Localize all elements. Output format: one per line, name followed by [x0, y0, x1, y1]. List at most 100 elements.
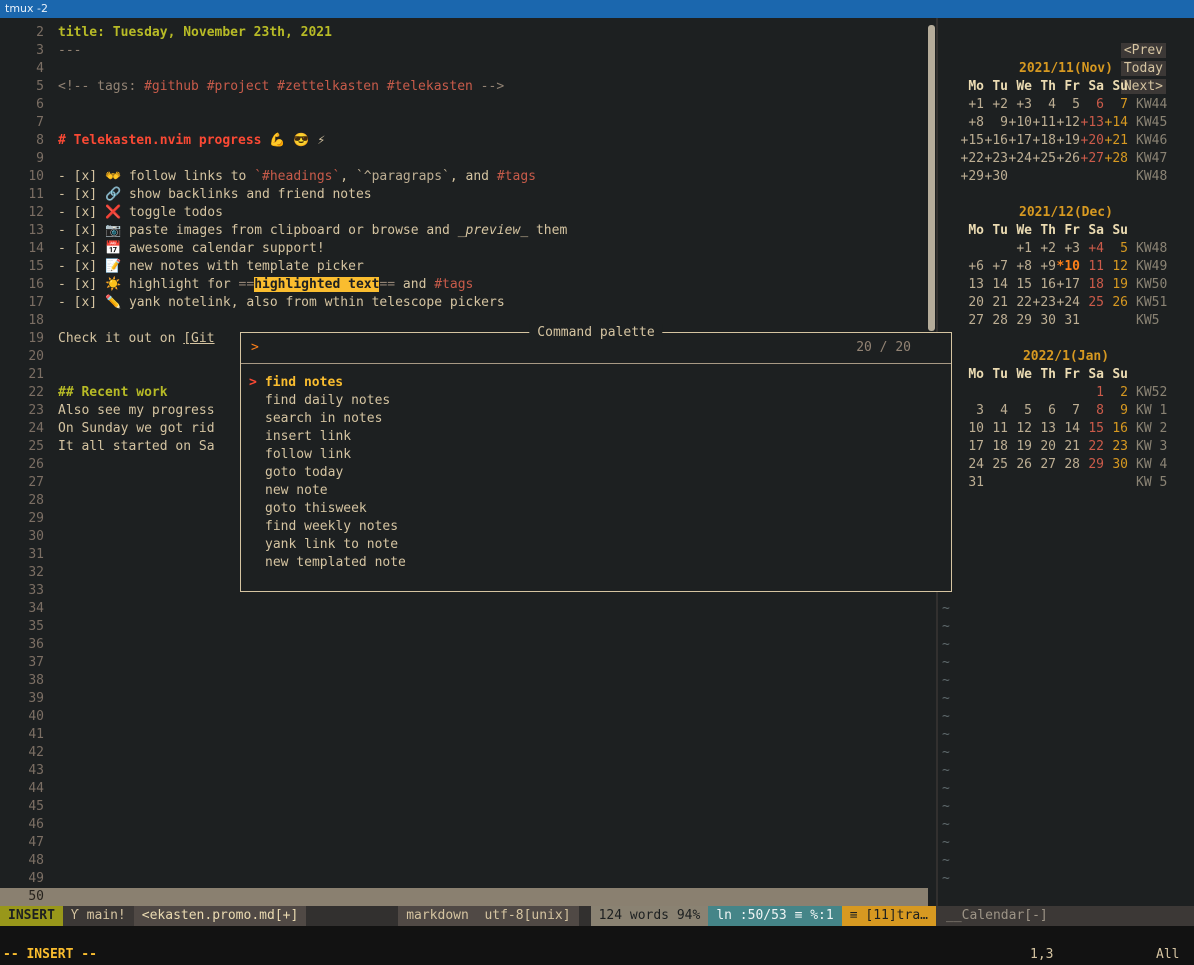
calendar-day[interactable]: 25: [1080, 294, 1104, 312]
calendar-day[interactable]: +2: [1032, 240, 1056, 258]
calendar-day[interactable]: +15: [960, 132, 984, 150]
buffer-line[interactable]: 11- [x] 🔗 show backlinks and friend note…: [0, 186, 928, 204]
calendar-day[interactable]: +17: [1056, 276, 1080, 294]
calendar-day[interactable]: 4: [1032, 96, 1056, 114]
calendar-day[interactable]: +11: [1032, 114, 1056, 132]
palette-item[interactable]: goto thisweek: [241, 500, 951, 518]
palette-item[interactable]: search in notes: [241, 410, 951, 428]
calendar-day[interactable]: 30: [1032, 312, 1056, 330]
buffer-line[interactable]: 8# Telekasten.nvim progress 💪 😎 ⚡: [0, 132, 928, 150]
calendar-day[interactable]: +14: [1104, 114, 1128, 132]
calendar-today-button[interactable]: Today: [1121, 61, 1166, 76]
calendar-day[interactable]: +24: [1008, 150, 1032, 168]
calendar-day[interactable]: +26: [1056, 150, 1080, 168]
calendar-day[interactable]: +16: [984, 132, 1008, 150]
buffer-line[interactable]: 2title: Tuesday, November 23th, 2021: [0, 24, 928, 42]
calendar-day[interactable]: +19: [1056, 132, 1080, 150]
calendar-day[interactable]: 7: [1056, 402, 1080, 420]
calendar-day[interactable]: +10: [1008, 114, 1032, 132]
buffer-line[interactable]: 47: [0, 834, 928, 852]
calendar-day[interactable]: +28: [1104, 150, 1128, 168]
calendar-day[interactable]: 15: [1008, 276, 1032, 294]
calendar-day[interactable]: 11: [984, 420, 1008, 438]
calendar-day[interactable]: +7: [984, 258, 1008, 276]
calendar-day[interactable]: +3: [1008, 96, 1032, 114]
calendar-day[interactable]: 11: [1080, 258, 1104, 276]
calendar-day[interactable]: 14: [984, 276, 1008, 294]
palette-item[interactable]: insert link: [241, 428, 951, 446]
buffer-line[interactable]: 36: [0, 636, 928, 654]
calendar-day[interactable]: 18: [1080, 276, 1104, 294]
buffer-line[interactable]: 12- [x] ❌ toggle todos: [0, 204, 928, 222]
buffer-line[interactable]: 5<!-- tags: #github #project #zettelkast…: [0, 78, 928, 96]
calendar-day[interactable]: +4: [1080, 240, 1104, 258]
calendar-day[interactable]: 3: [960, 402, 984, 420]
calendar-day[interactable]: 2: [1104, 384, 1128, 402]
calendar-day[interactable]: +24: [1056, 294, 1080, 312]
calendar-day[interactable]: 9: [984, 114, 1008, 132]
calendar-day[interactable]: 14: [1056, 420, 1080, 438]
calendar-day[interactable]: +8: [1008, 258, 1032, 276]
buffer-line[interactable]: 35: [0, 618, 928, 636]
calendar-day[interactable]: 23: [1104, 438, 1128, 456]
buffer-line[interactable]: 7: [0, 114, 928, 132]
calendar-day[interactable]: 18: [984, 438, 1008, 456]
calendar-day[interactable]: +17: [1008, 132, 1032, 150]
calendar-day[interactable]: 19: [1008, 438, 1032, 456]
buffer-line[interactable]: 40: [0, 708, 928, 726]
calendar-day[interactable]: 22: [1080, 438, 1104, 456]
calendar-day[interactable]: +30: [984, 168, 1008, 186]
buffer-line[interactable]: 16- [x] ☀️ highlight for ==highlighted t…: [0, 276, 928, 294]
calendar-day[interactable]: 26: [1104, 294, 1128, 312]
palette-item[interactable]: >find notes: [241, 374, 951, 392]
calendar-day[interactable]: 28: [1056, 456, 1080, 474]
calendar-day[interactable]: 9: [1104, 402, 1128, 420]
calendar-day[interactable]: 16: [1032, 276, 1056, 294]
calendar-day[interactable]: +18: [1032, 132, 1056, 150]
calendar-day[interactable]: +12: [1056, 114, 1080, 132]
calendar-day[interactable]: 1: [1080, 384, 1104, 402]
calendar-day[interactable]: 29: [1080, 456, 1104, 474]
buffer-line[interactable]: 3---: [0, 42, 928, 60]
calendar-day[interactable]: 22: [1008, 294, 1032, 312]
calendar-day[interactable]: 12: [1104, 258, 1128, 276]
buffer-line[interactable]: 10- [x] 👐 follow links to `#headings`, `…: [0, 168, 928, 186]
calendar-day[interactable]: 10: [960, 420, 984, 438]
palette-item[interactable]: follow link: [241, 446, 951, 464]
calendar-day[interactable]: 7: [1104, 96, 1128, 114]
buffer-line[interactable]: 17- [x] ✏️ yank notelink, also from wthi…: [0, 294, 928, 312]
calendar-day[interactable]: +23: [1032, 294, 1056, 312]
calendar-day[interactable]: 25: [984, 456, 1008, 474]
calendar-day[interactable]: 24: [960, 456, 984, 474]
calendar-day[interactable]: 20: [1032, 438, 1056, 456]
palette-item[interactable]: yank link to note: [241, 536, 951, 554]
calendar-day[interactable]: 6: [1032, 402, 1056, 420]
calendar-day[interactable]: 16: [1104, 420, 1128, 438]
buffer-line[interactable]: 48: [0, 852, 928, 870]
buffer-line[interactable]: 4: [0, 60, 928, 78]
calendar-day[interactable]: +13: [1080, 114, 1104, 132]
calendar-day[interactable]: *10: [1056, 258, 1080, 276]
buffer-line[interactable]: 49: [0, 870, 928, 888]
buffer-line[interactable]: 39: [0, 690, 928, 708]
calendar-day[interactable]: +3: [1056, 240, 1080, 258]
calendar-day[interactable]: 26: [1008, 456, 1032, 474]
calendar-day[interactable]: 21: [984, 294, 1008, 312]
calendar-day[interactable]: +27: [1080, 150, 1104, 168]
buffer-line[interactable]: 38: [0, 672, 928, 690]
calendar-day[interactable]: 31: [960, 474, 984, 492]
buffer-line[interactable]: 6: [0, 96, 928, 114]
buffer-line[interactable]: 45: [0, 798, 928, 816]
calendar-day[interactable]: 5: [1104, 240, 1128, 258]
calendar-day[interactable]: 5: [1056, 96, 1080, 114]
calendar-day[interactable]: 13: [1032, 420, 1056, 438]
calendar-day[interactable]: 4: [984, 402, 1008, 420]
calendar-day[interactable]: +20: [1080, 132, 1104, 150]
calendar-day[interactable]: +6: [960, 258, 984, 276]
calendar-day[interactable]: +8: [960, 114, 984, 132]
calendar-day[interactable]: 28: [984, 312, 1008, 330]
calendar-day[interactable]: 12: [1008, 420, 1032, 438]
buffer-line[interactable]: 13- [x] 📷 paste images from clipboard or…: [0, 222, 928, 240]
calendar-day[interactable]: 30: [1104, 456, 1128, 474]
scrollbar-thumb[interactable]: [928, 25, 935, 331]
